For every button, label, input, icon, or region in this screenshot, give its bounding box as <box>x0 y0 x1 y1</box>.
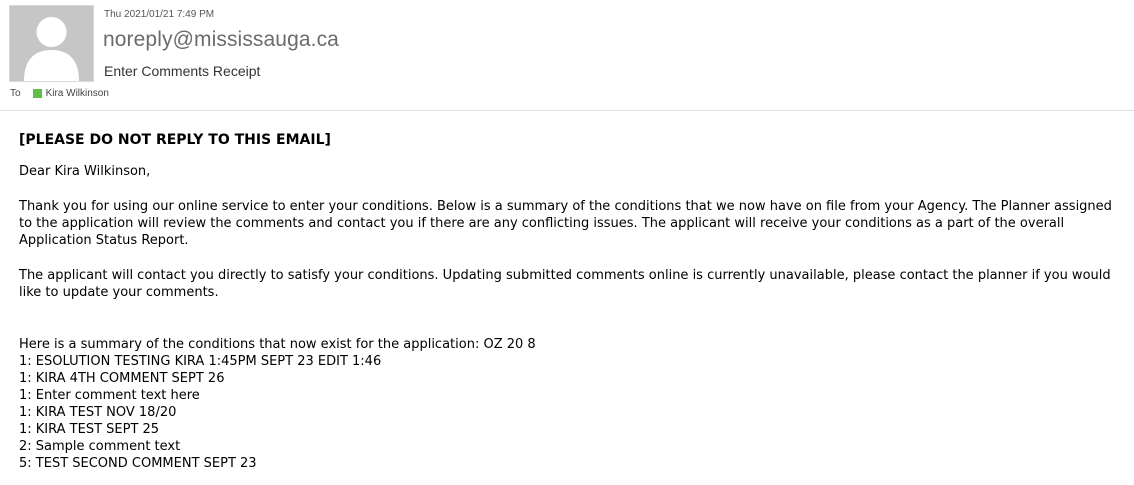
no-reply-banner: [PLEASE DO NOT REPLY TO THIS EMAIL] <box>19 132 331 148</box>
to-label: To <box>10 88 21 99</box>
condition-item: 1: KIRA 4TH COMMENT SEPT 26 <box>19 371 225 386</box>
condition-item: 1: ESOLUTION TESTING KIRA 1:45PM SEPT 23… <box>19 354 382 369</box>
sender-address[interactable]: noreply@mississauga.ca <box>103 28 339 52</box>
email-subject: Enter Comments Receipt <box>104 63 261 79</box>
greeting: Dear Kira Wilkinson, <box>19 164 151 179</box>
email-header: Thu 2021/01/21 7:49 PM noreply@mississau… <box>0 0 1134 111</box>
avatar[interactable] <box>9 5 94 82</box>
recipient-row: To Kira Wilkinson <box>10 88 109 99</box>
condition-item: 2: Sample comment text <box>19 439 181 454</box>
header-divider <box>0 110 1134 111</box>
body-paragraph-2: The applicant will contact you directly … <box>19 268 1111 300</box>
recipient-name[interactable]: Kira Wilkinson <box>46 88 109 99</box>
body-paragraph-1: Thank you for using our online service t… <box>19 199 1112 248</box>
condition-item: 1: Enter comment text here <box>19 388 200 403</box>
conditions-list: 1: ESOLUTION TESTING KIRA 1:45PM SEPT 23… <box>19 353 1127 472</box>
email-body: [PLEASE DO NOT REPLY TO THIS EMAIL] Dear… <box>19 132 1127 472</box>
condition-item: 1: KIRA TEST SEPT 25 <box>19 422 160 437</box>
person-silhouette-icon <box>10 6 93 81</box>
condition-item: 1: KIRA TEST NOV 18/20 <box>19 405 177 420</box>
conditions-summary-intro: Here is a summary of the conditions that… <box>19 337 536 352</box>
sent-timestamp: Thu 2021/01/21 7:49 PM <box>104 9 215 20</box>
condition-item: 5: TEST SECOND COMMENT SEPT 23 <box>19 456 257 471</box>
presence-status-icon <box>32 89 42 98</box>
